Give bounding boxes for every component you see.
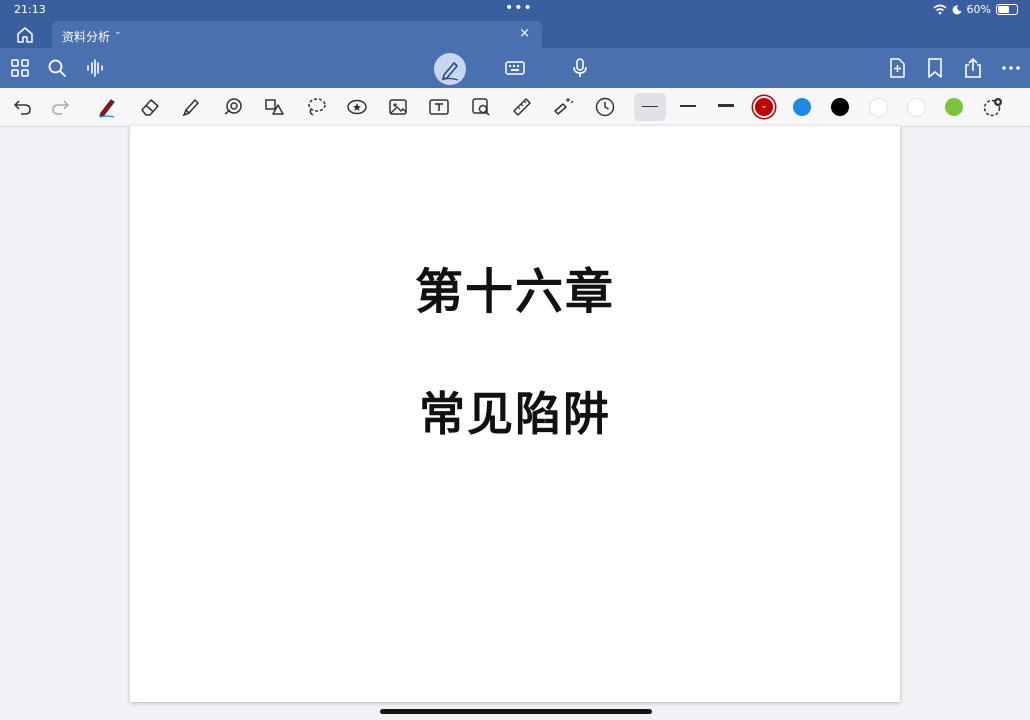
chapter-heading: 第十六章	[414, 264, 615, 320]
color-swatch-blue[interactable]	[793, 98, 811, 116]
stroke-thin-selected[interactable]	[634, 93, 666, 121]
text-icon[interactable]	[428, 96, 450, 118]
shape-tool-icon[interactable]	[263, 96, 285, 118]
stroke-medium[interactable]	[680, 105, 696, 107]
color-swatch-red[interactable]: ⌄	[755, 98, 773, 116]
ruler-icon[interactable]	[511, 96, 533, 118]
pen-mode-button[interactable]	[434, 53, 466, 85]
redo-icon[interactable]	[50, 96, 72, 118]
stroke-thick[interactable]	[718, 104, 734, 107]
clock-icon[interactable]	[594, 96, 616, 118]
tab-title: 资料分析	[62, 30, 111, 44]
nav-bar	[0, 48, 1030, 88]
undo-icon[interactable]	[11, 96, 33, 118]
add-color-icon[interactable]	[982, 96, 1004, 118]
color-swatch-white[interactable]	[869, 98, 888, 117]
laser-pointer-icon[interactable]	[552, 96, 574, 118]
image-search-icon[interactable]	[470, 96, 492, 118]
close-tab-button[interactable]: ×	[519, 26, 530, 41]
shapes-icon[interactable]	[222, 96, 244, 118]
tool-bar: ⌄	[0, 88, 1030, 127]
highlighter-icon[interactable]	[180, 96, 202, 118]
document-tab[interactable]: 资料分析 ⌄ ×	[52, 21, 542, 48]
document-page[interactable]: 第十六章 常见陷阱	[130, 126, 900, 702]
home-icon[interactable]	[14, 25, 36, 45]
status-right: 60%	[933, 3, 1018, 16]
battery-icon	[996, 4, 1018, 15]
multitask-dots-icon[interactable]: •••	[505, 0, 533, 16]
battery-percent: 60%	[966, 3, 991, 16]
sticker-icon[interactable]	[346, 96, 368, 118]
stroke-thin[interactable]	[642, 106, 658, 107]
more-icon[interactable]	[1000, 57, 1022, 79]
chevron-down-icon[interactable]: ⌄	[114, 27, 122, 37]
grid-icon[interactable]	[9, 57, 31, 79]
status-bar: 21:13 ••• 60%	[0, 0, 1030, 20]
image-icon[interactable]	[387, 96, 409, 118]
wifi-icon	[933, 4, 947, 15]
share-icon[interactable]	[962, 57, 984, 79]
microphone-icon[interactable]	[569, 57, 591, 79]
audio-wave-icon[interactable]	[84, 57, 106, 79]
moon-icon	[952, 4, 962, 14]
keyboard-icon[interactable]	[504, 57, 526, 79]
tab-bar: 资料分析 ⌄ ×	[0, 20, 1030, 48]
pen-mode-icon	[441, 62, 459, 81]
chapter-subtitle: 常见陷阱	[419, 387, 611, 441]
color-swatch-white-2[interactable]	[907, 98, 926, 117]
color-swatch-black[interactable]	[831, 98, 849, 116]
bookmark-icon[interactable]	[924, 57, 946, 79]
eraser-icon[interactable]	[139, 96, 161, 118]
status-time: 21:13	[14, 3, 46, 16]
lasso-icon[interactable]	[305, 96, 327, 118]
color-swatch-green[interactable]	[945, 98, 963, 116]
home-indicator[interactable]	[380, 709, 652, 714]
search-icon[interactable]	[46, 57, 68, 79]
pen-icon[interactable]	[96, 96, 118, 118]
add-page-icon[interactable]	[886, 57, 908, 79]
